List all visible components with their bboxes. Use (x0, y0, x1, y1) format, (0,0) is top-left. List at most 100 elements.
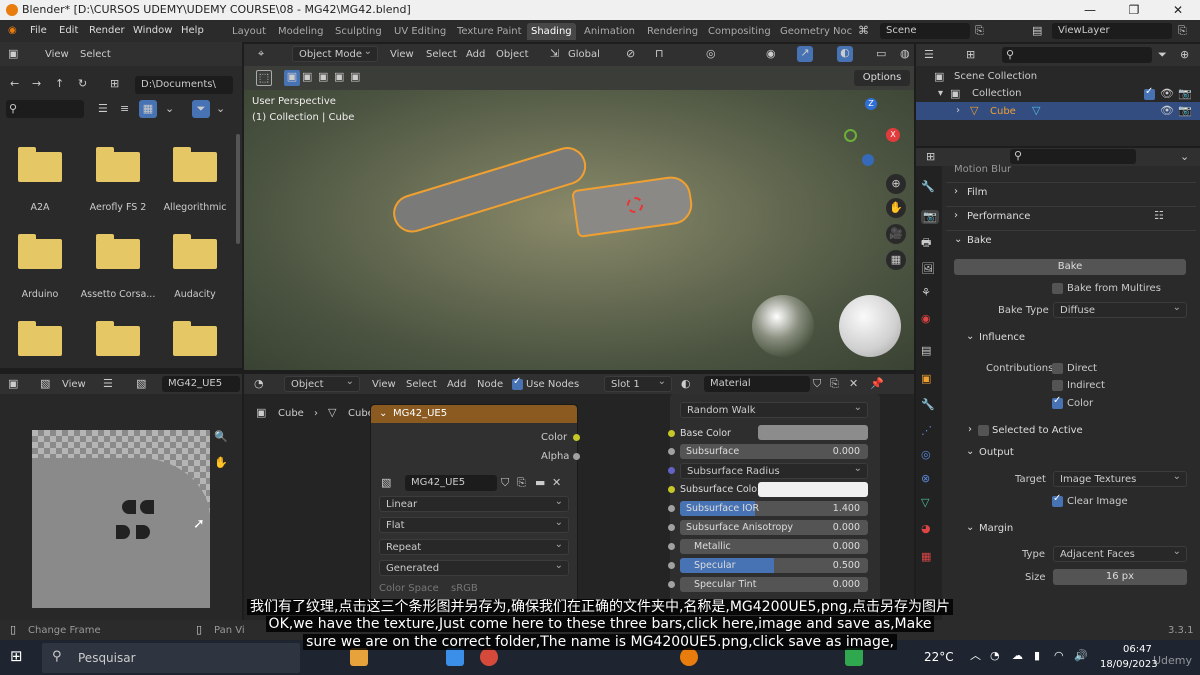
breadcrumb-cube[interactable]: Cube (278, 408, 304, 419)
specular-socket[interactable] (668, 562, 675, 569)
cube-mesh-data-icon[interactable]: ▽ (1032, 104, 1040, 118)
navigation-gizmo[interactable]: Z X (826, 98, 910, 174)
node-image-name-field[interactable]: MG42_UE5 (405, 475, 497, 491)
pivot-icon[interactable]: ⊘ (626, 47, 635, 61)
ie-editor-type-icon[interactable]: ▣ (8, 377, 18, 391)
tab-texture-paint[interactable]: Texture Paint (453, 23, 526, 40)
tray-wifi-icon[interactable]: ◠ (1054, 649, 1064, 663)
ie-image-menu-bars-icon[interactable]: ☰ (103, 377, 113, 391)
scene-properties-icon[interactable]: ⚘ (921, 286, 931, 300)
orientation-dropdown[interactable]: Global (568, 49, 600, 60)
bake-from-multires-checkbox[interactable] (1052, 283, 1063, 294)
directory-path-field[interactable]: D:\Documents\ (135, 76, 233, 94)
image-fake-user-icon[interactable]: ⛉ (501, 476, 509, 490)
metallic-slider[interactable]: Metallic 0.000 (680, 539, 868, 554)
subsurface-ior-socket[interactable] (668, 505, 675, 512)
unlink-material-icon[interactable]: ✕ (849, 377, 858, 391)
tab-animation[interactable]: Animation (580, 23, 639, 40)
overlays-toggle-icon[interactable]: ◐ (837, 46, 853, 62)
back-arrow-icon[interactable]: ← (10, 77, 19, 91)
proportional-edit-icon[interactable]: ◎ (706, 47, 716, 61)
ne-add-menu[interactable]: Add (447, 379, 466, 390)
subsurface-radius-dropdown[interactable]: Subsurface Radius (680, 461, 868, 479)
margin-subsection[interactable]: Margin (979, 523, 1013, 534)
performance-section[interactable]: Performance (967, 211, 1030, 222)
filter-icon[interactable]: ⏷ (192, 100, 210, 118)
tab-compositing[interactable]: Compositing (704, 23, 775, 40)
maximize-button[interactable]: ❐ (1112, 0, 1156, 20)
scene-collection-label[interactable]: Scene Collection (954, 71, 1037, 82)
properties-search-input[interactable] (1010, 149, 1136, 164)
taskbar-app-icon[interactable] (480, 648, 498, 666)
outliner-editor-type-icon[interactable]: ☰ (924, 48, 934, 62)
ne-select-menu[interactable]: Select (406, 379, 437, 390)
collection-label[interactable]: Collection (972, 88, 1021, 99)
bake-section[interactable]: Bake (967, 235, 992, 246)
baked-texture-preview[interactable] (32, 430, 210, 608)
folder-icon[interactable] (96, 321, 140, 356)
image-browse-icon[interactable]: ▧ (381, 476, 391, 490)
object-mode-dropdown[interactable]: Object Mode (292, 44, 378, 62)
folder-icon[interactable] (18, 321, 62, 356)
node-collapse-chevron-icon[interactable]: ⌄ (379, 408, 387, 419)
pan-hand-icon[interactable]: ✋ (886, 198, 906, 218)
selected-to-active-checkbox[interactable] (978, 425, 989, 436)
collection-render-camera-icon[interactable]: 📷 (1178, 87, 1192, 101)
ie-image-browse-icon[interactable]: ▧ (136, 377, 146, 391)
forward-arrow-icon[interactable]: → (32, 77, 41, 91)
ie-view-menu[interactable]: View (62, 379, 86, 390)
image-duplicate-icon[interactable]: ⎘ (517, 476, 526, 490)
output-alpha-socket[interactable] (573, 453, 580, 460)
output-subsection[interactable]: Output (979, 447, 1014, 458)
particles-properties-icon[interactable]: ⋰ (921, 424, 932, 438)
menu-window[interactable]: Window (133, 25, 172, 36)
metallic-socket[interactable] (668, 543, 675, 550)
base-color-socket[interactable] (668, 430, 675, 437)
collection-expand-chevron-icon[interactable]: ▾ (938, 88, 943, 99)
cube-visibility-eye-icon[interactable]: 👁 (1160, 104, 1174, 118)
object-properties-icon[interactable]: ▣ (921, 372, 931, 386)
view-layer-icon[interactable]: ▤ (1032, 24, 1042, 38)
ne-node-menu[interactable]: Node (477, 379, 503, 390)
visibility-icon[interactable]: ◉ (766, 47, 776, 61)
ie-image-name-field[interactable]: MG42_UE5 (162, 376, 240, 392)
taskbar-app-icon[interactable] (446, 648, 464, 666)
texture-properties-icon[interactable]: ▦ (921, 550, 931, 564)
duplicate-material-icon[interactable]: ⎘ (830, 377, 839, 391)
filter-chevron-icon[interactable]: ⌄ (216, 102, 225, 116)
fake-user-shield-icon[interactable]: ⛉ (813, 377, 821, 391)
gizmo-toggle-icon[interactable]: ↗ (797, 46, 813, 62)
projection-dropdown[interactable]: Flat (379, 515, 569, 533)
collection-properties-icon[interactable]: ▤ (921, 344, 931, 358)
film-section-chevron-icon[interactable]: › (954, 186, 958, 197)
fb-search-input[interactable] (6, 100, 84, 118)
view-layer-copy-icon[interactable]: ⎘ (1178, 24, 1187, 38)
material-properties-icon[interactable]: ◕ (921, 522, 931, 536)
extend-mode-icon[interactable]: ▣ (302, 70, 312, 84)
subsurface-radius-socket[interactable] (668, 467, 675, 474)
ie-mode-icon[interactable]: ▧ (40, 377, 50, 391)
output-chevron-icon[interactable]: ⌄ (966, 446, 974, 457)
tool-properties-icon[interactable]: 🔧 (921, 180, 935, 194)
tray-battery-icon[interactable]: ▮ (1034, 649, 1040, 663)
tab-sculpting[interactable]: Sculpting (331, 23, 386, 40)
new-folder-icon[interactable]: ⊞ (110, 77, 119, 91)
3d-viewport[interactable]: User Perspective (1) Collection | Cube Z… (244, 90, 914, 370)
interpolation-dropdown[interactable]: Linear (379, 494, 569, 512)
intersect-mode-icon[interactable]: ▣ (350, 70, 360, 84)
outliner-filter-icon[interactable]: ⏷ (1158, 48, 1167, 62)
taskbar-blender-icon[interactable] (680, 648, 698, 666)
viewport-editor-type-icon[interactable]: ⌖ (258, 47, 264, 61)
bake-type-dropdown[interactable]: Diffuse (1053, 300, 1187, 318)
fb-select-menu[interactable]: Select (80, 49, 111, 60)
object-data-properties-icon[interactable]: ▽ (921, 496, 929, 510)
node-object-dropdown[interactable]: Object (284, 374, 360, 392)
editor-type-icon[interactable]: ▣ (8, 47, 18, 61)
zoom-icon[interactable]: ⊕ (886, 174, 906, 194)
vertical-list-icon[interactable]: ☰ (98, 102, 108, 116)
snap-icon[interactable]: ⊓ (655, 47, 664, 61)
taskbar-date[interactable]: 18/09/2023 (1100, 659, 1158, 670)
selected-to-active-subsection[interactable]: Selected to Active (992, 425, 1083, 436)
invert-mode-icon[interactable]: ▣ (334, 70, 344, 84)
tab-uv-editing[interactable]: UV Editing (390, 23, 450, 40)
